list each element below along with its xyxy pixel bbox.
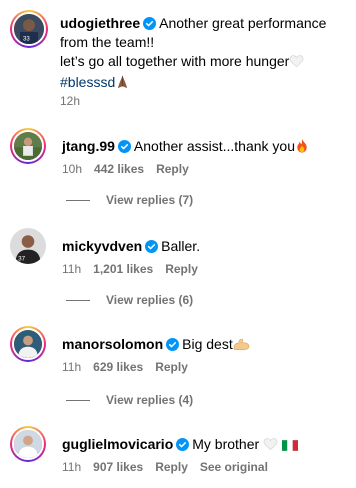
comment-timestamp: 10h xyxy=(62,162,83,176)
flexed-biceps-emoji xyxy=(233,337,250,354)
caption-username[interactable]: udogiethree xyxy=(60,15,140,31)
view-replies-label: View replies (4) xyxy=(106,393,194,407)
white-heart-emoji xyxy=(263,437,278,454)
avatar[interactable]: 33 xyxy=(10,10,48,48)
avatar-image xyxy=(14,330,42,358)
reply-button[interactable]: Reply xyxy=(155,360,188,374)
verified-badge-icon xyxy=(145,240,159,253)
see-original-button[interactable]: See original xyxy=(200,460,268,474)
reply-button[interactable]: Reply xyxy=(156,162,189,176)
comment-username[interactable]: mickyvdven xyxy=(62,238,142,254)
avatar-image: 37 xyxy=(10,228,46,264)
comment-text: Baller. xyxy=(161,238,201,254)
white-heart-emoji xyxy=(289,54,304,73)
view-replies-label: View replies (7) xyxy=(106,193,194,207)
caption-text-line2: let’s go all together with more hunger xyxy=(60,53,290,69)
comment-text: My brother xyxy=(192,436,260,452)
comment-text: Another assist...thank you xyxy=(133,138,295,154)
comment-username[interactable]: guglielmovicario xyxy=(62,436,173,452)
avatar[interactable]: 37 xyxy=(10,228,46,264)
reply-button[interactable]: Reply xyxy=(165,262,198,276)
comment-likes[interactable]: 907 likes xyxy=(93,460,143,474)
comment-likes[interactable]: 442 likes xyxy=(94,162,144,176)
view-replies-button[interactable]: View replies (4) xyxy=(66,393,193,407)
caption-timestamp: 12h xyxy=(60,94,81,108)
avatar-image xyxy=(14,132,42,160)
comment-username[interactable]: jtang.99 xyxy=(62,138,115,154)
comment-timestamp: 11h xyxy=(62,262,82,276)
comment-text: Big dest xyxy=(182,336,233,352)
avatar[interactable] xyxy=(10,128,46,164)
view-replies-button[interactable]: View replies (7) xyxy=(66,193,193,207)
avatar[interactable] xyxy=(10,426,46,462)
verified-badge-icon xyxy=(176,438,190,451)
verified-badge-icon xyxy=(166,338,180,351)
caption-hashtag[interactable]: #blesssd xyxy=(60,74,115,90)
reply-button[interactable]: Reply xyxy=(155,460,188,474)
divider-dash xyxy=(66,299,90,301)
comment-username[interactable]: manorsolomon xyxy=(62,336,163,352)
comment-timestamp: 11h xyxy=(62,460,82,474)
italy-flag-emoji xyxy=(281,438,298,454)
comment-timestamp: 11h xyxy=(62,360,82,374)
verified-badge-icon xyxy=(143,17,157,30)
svg-text:37: 37 xyxy=(18,255,26,262)
avatar[interactable] xyxy=(10,326,46,362)
verified-badge-icon xyxy=(117,140,131,153)
comment-likes[interactable]: 1,201 likes xyxy=(93,262,153,276)
avatar-image xyxy=(14,430,42,458)
svg-text:33: 33 xyxy=(23,36,30,42)
comment-likes[interactable]: 629 likes xyxy=(93,360,143,374)
divider-dash xyxy=(66,399,90,401)
view-replies-label: View replies (6) xyxy=(106,293,194,307)
fire-emoji xyxy=(295,138,309,156)
avatar-image: 33 xyxy=(14,14,44,44)
divider-dash xyxy=(66,199,90,201)
view-replies-button[interactable]: View replies (6) xyxy=(66,293,193,307)
folded-hands-emoji xyxy=(115,74,130,94)
